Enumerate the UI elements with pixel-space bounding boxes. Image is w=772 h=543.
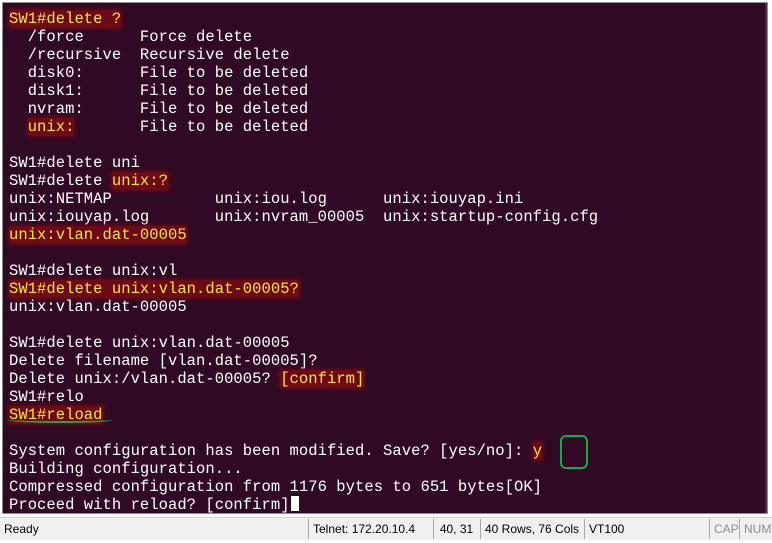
terminal-line: SW1#reload	[9, 406, 763, 424]
terminal-line: unix:NETMAP unix:iou.log unix:iouyap.ini	[9, 190, 763, 208]
terminal-line: unix: File to be deleted	[9, 118, 763, 136]
terminal-text: nvram: File to be deleted	[9, 100, 309, 118]
terminal-text: Compressed configuration from 1176 bytes…	[9, 478, 543, 496]
terminal-scrollbar[interactable]	[765, 3, 767, 513]
terminal-line: SW1#relo	[9, 388, 763, 406]
terminal-text: Building configuration...	[9, 460, 243, 478]
highlighted-text: unix:	[27, 118, 75, 136]
terminal-line: System configuration has been modified. …	[9, 442, 763, 460]
highlighted-text: [confirm]	[280, 370, 365, 388]
terminal-line: Delete unix:/vlan.dat-00005? [confirm]	[9, 370, 763, 388]
highlighted-text: y	[532, 442, 543, 460]
terminal-line: unix:vlan.dat-00005	[9, 226, 763, 244]
terminal-line: Compressed configuration from 1176 bytes…	[9, 478, 763, 496]
terminal-line: disk0: File to be deleted	[9, 64, 763, 82]
terminal-line: /force Force delete	[9, 28, 763, 46]
terminal-window: SW1#delete ? /force Force delete /recurs…	[0, 0, 772, 543]
terminal-text: SW1#delete unix:vlan.dat-00005	[9, 334, 290, 352]
highlighted-text: SW1#delete unix:vlan.dat-00005?	[9, 280, 299, 298]
terminal-line: SW1#delete unix:vlan.dat-00005?	[9, 280, 763, 298]
status-connection: Telnet: 172.20.10.4	[308, 519, 432, 539]
terminal-text: disk0: File to be deleted	[9, 64, 309, 82]
status-caps-lock: CAP	[709, 519, 739, 539]
text-cursor	[290, 496, 299, 511]
terminal-text: /force Force delete	[9, 28, 253, 46]
terminal-line: Delete filename [vlan.dat-00005]?	[9, 352, 763, 370]
status-emulation: VT100	[584, 519, 708, 539]
highlighted-text: SW1#reload	[9, 406, 103, 424]
terminal-text: Delete filename [vlan.dat-00005]?	[9, 352, 318, 370]
terminal-text: SW1#delete unix:vl	[9, 262, 178, 280]
terminal-text: /recursive Recursive delete	[9, 46, 290, 64]
status-dimensions: 40 Rows, 76 Cols	[480, 519, 583, 539]
terminal-line: SW1#delete ?	[9, 10, 763, 28]
terminal-text: File to be deleted	[74, 118, 309, 136]
status-bar: Ready Telnet: 172.20.10.4 40, 31 40 Rows…	[0, 517, 772, 540]
terminal-text: System configuration has been modified. …	[9, 442, 533, 460]
highlighted-text: SW1#delete ?	[9, 10, 122, 28]
terminal-line: SW1#delete uni	[9, 154, 763, 172]
terminal-line: disk1: File to be deleted	[9, 82, 763, 100]
terminal-line: SW1#delete unix:vl	[9, 262, 763, 280]
terminal-line: /recursive Recursive delete	[9, 46, 763, 64]
terminal-text: unix:vlan.dat-00005	[9, 298, 187, 316]
terminal-text: unix:NETMAP unix:iou.log unix:iouyap.ini	[9, 190, 524, 208]
terminal-text: unix:iouyap.log unix:nvram_00005 unix:st…	[9, 208, 599, 226]
status-cursor-position: 40, 31	[433, 519, 479, 539]
terminal-line: unix:vlan.dat-00005	[9, 298, 763, 316]
highlighted-text: unix:?	[111, 172, 168, 190]
terminal-text: Proceed with reload? [confirm]	[9, 496, 290, 514]
terminal-text: disk1: File to be deleted	[9, 82, 309, 100]
terminal-text: SW1#delete	[9, 172, 112, 190]
terminal-text: SW1#relo	[9, 388, 84, 406]
terminal-line: SW1#delete unix:?	[9, 172, 763, 190]
terminal-line: nvram: File to be deleted	[9, 100, 763, 118]
highlighted-text: unix:vlan.dat-00005	[9, 226, 187, 244]
terminal-text: SW1#delete uni	[9, 154, 140, 172]
terminal-line: Building configuration...	[9, 460, 763, 478]
terminal-screen[interactable]: SW1#delete ? /force Force delete /recurs…	[2, 2, 768, 514]
status-num-lock: NUM	[739, 519, 772, 539]
terminal-line: Proceed with reload? [confirm]	[9, 496, 763, 514]
status-ready: Ready	[4, 522, 39, 536]
terminal-line: SW1#delete unix:vlan.dat-00005	[9, 334, 763, 352]
terminal-output: SW1#delete ? /force Force delete /recurs…	[9, 10, 763, 514]
terminal-line: unix:iouyap.log unix:nvram_00005 unix:st…	[9, 208, 763, 226]
terminal-text: Delete unix:/vlan.dat-00005?	[9, 370, 281, 388]
